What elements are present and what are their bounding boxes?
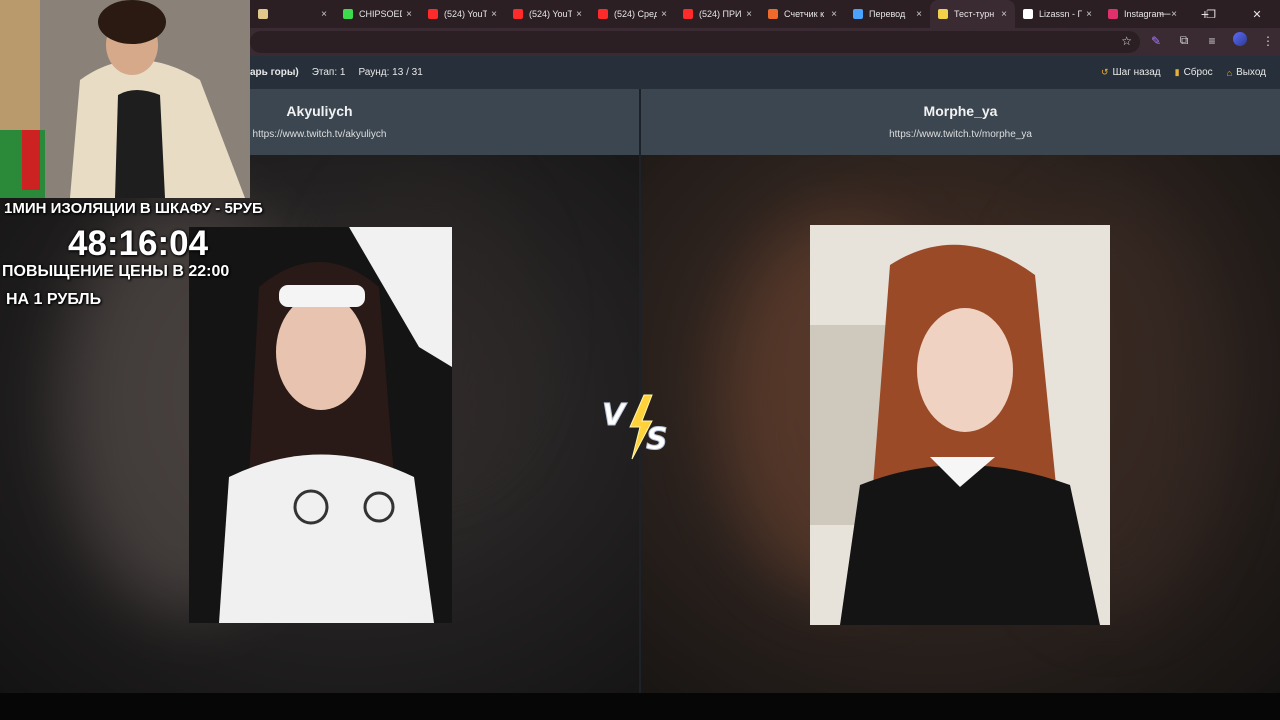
step-back-label: Шаг назад [1112,67,1161,78]
stage-label: Этап: 1 [311,67,346,78]
vs-letter-s: S [646,422,668,457]
round-counter: Раунд: 13 / 31 [358,67,423,78]
trash-icon: ▮ [1174,67,1180,77]
browser-tab[interactable]: Тест-турн × [930,0,1015,28]
tab-label: Тест-турн [954,9,995,19]
toolbar-icons: ✎ ⧉ ≡ ⋮ [1148,32,1276,49]
tab-favicon-icon [598,9,608,19]
contestant-right-link[interactable]: https://www.twitch.tv/morphe_ya [641,129,1280,140]
screen: × CHIPSOED × (524) YouT × (524) YouT × (524) Ср… [0,0,1280,720]
vs-letter-v: V [602,398,628,433]
overlay-timer: 48:16:04 [68,224,209,263]
tab-favicon-icon [343,9,353,19]
tab-favicon-icon [258,9,268,19]
browser-tab[interactable]: Перевод × [845,0,930,28]
step-back-button[interactable]: ↺ Шаг назад [1101,67,1161,78]
close-window-icon[interactable]: ✕ [1234,8,1280,21]
tab-close-icon[interactable]: × [746,9,752,20]
versus-logo: V S [600,393,680,463]
reading-list-icon[interactable]: ≡ [1204,34,1220,48]
bottom-bar [0,693,1280,720]
browser-tab[interactable]: (524) YouT × [420,0,505,28]
contestant-left-photo[interactable] [189,227,452,623]
contestant-right-name: Morphe_ya [923,103,998,119]
tab-close-icon[interactable]: × [831,9,837,20]
tab-label: (524) Сред [614,9,658,19]
restore-icon[interactable]: ❐ [1188,8,1234,21]
browser-tab[interactable]: (524) Сред × [590,0,675,28]
browser-tab[interactable]: (524) YouT × [505,0,590,28]
bookmark-star-icon[interactable]: ☆ [1121,34,1132,48]
tab-favicon-icon [1108,9,1118,19]
contestant-right-photo[interactable] [810,225,1110,625]
tab-label: CHIPSOED [359,9,403,19]
tab-label: (524) YouT [529,9,573,19]
tab-label: Перевод [869,9,906,19]
browser-tab[interactable]: (524) ПРИ × [675,0,760,28]
menu-kebab-icon[interactable]: ⋮ [1260,34,1276,48]
tab-close-icon[interactable]: × [916,9,922,20]
reset-button[interactable]: ▮ Сброс [1175,67,1213,78]
overlay-price-line: ПОВЫЩЕНИЕ ЦЕНЫ В 22:00 [2,263,230,280]
reset-label: Сброс [1183,67,1213,78]
extensions-puzzle-icon[interactable]: ⧉ [1176,33,1192,48]
tab-favicon-icon [938,9,948,19]
browser-tab[interactable]: CHIPSOED × [335,0,420,28]
tab-favicon-icon [683,9,693,19]
extension-pen-icon[interactable]: ✎ [1148,34,1164,48]
streamer-webcam [0,0,250,198]
browser-tab[interactable]: × [250,0,335,28]
header-actions: ↺ Шаг назад ▮ Сброс ⌂ Выход [1101,67,1266,78]
tab-label: (524) YouT [444,9,488,19]
tab-close-icon[interactable]: × [1001,9,1007,20]
tab-close-icon[interactable]: × [321,9,327,20]
minimize-icon[interactable]: — [1142,8,1188,20]
browser-tab[interactable]: Lizassn - Г × [1015,0,1100,28]
address-bar[interactable]: ☆ [250,31,1140,53]
tournament-mode: арь горы) [250,67,299,78]
undo-icon: ↺ [1100,67,1109,77]
home-icon: ⌂ [1226,67,1233,78]
browser-tab[interactable]: Счетчик к × [760,0,845,28]
window-controls: — ❐ ✕ [1142,0,1280,28]
overlay-price-line-2: НА 1 РУБЛЬ [6,291,102,308]
tab-close-icon[interactable]: × [661,9,667,20]
tab-favicon-icon [428,9,438,19]
tab-close-icon[interactable]: × [406,9,412,20]
tab-favicon-icon [513,9,523,19]
tab-close-icon[interactable]: × [1086,9,1092,20]
profile-avatar[interactable] [1232,32,1248,49]
exit-label: Выход [1236,67,1266,78]
tab-favicon-icon [1023,9,1033,19]
tab-close-icon[interactable]: × [491,9,497,20]
tab-favicon-icon [853,9,863,19]
tab-close-icon[interactable]: × [576,9,582,20]
tab-label: Счетчик к [784,9,825,19]
tab-favicon-icon [768,9,778,19]
round-info: арь горы) Этап: 1 Раунд: 13 / 31 [250,67,423,78]
tab-label: Lizassn - Г [1039,9,1083,19]
overlay-promo-line: 1МИН ИЗОЛЯЦИИ В ШКАФУ - 5РУБ [4,200,263,217]
contestant-right-header: Morphe_ya https://www.twitch.tv/morphe_y… [641,89,1280,155]
exit-button[interactable]: ⌂ Выход [1227,67,1266,78]
tab-label: (524) ПРИ [699,9,742,19]
